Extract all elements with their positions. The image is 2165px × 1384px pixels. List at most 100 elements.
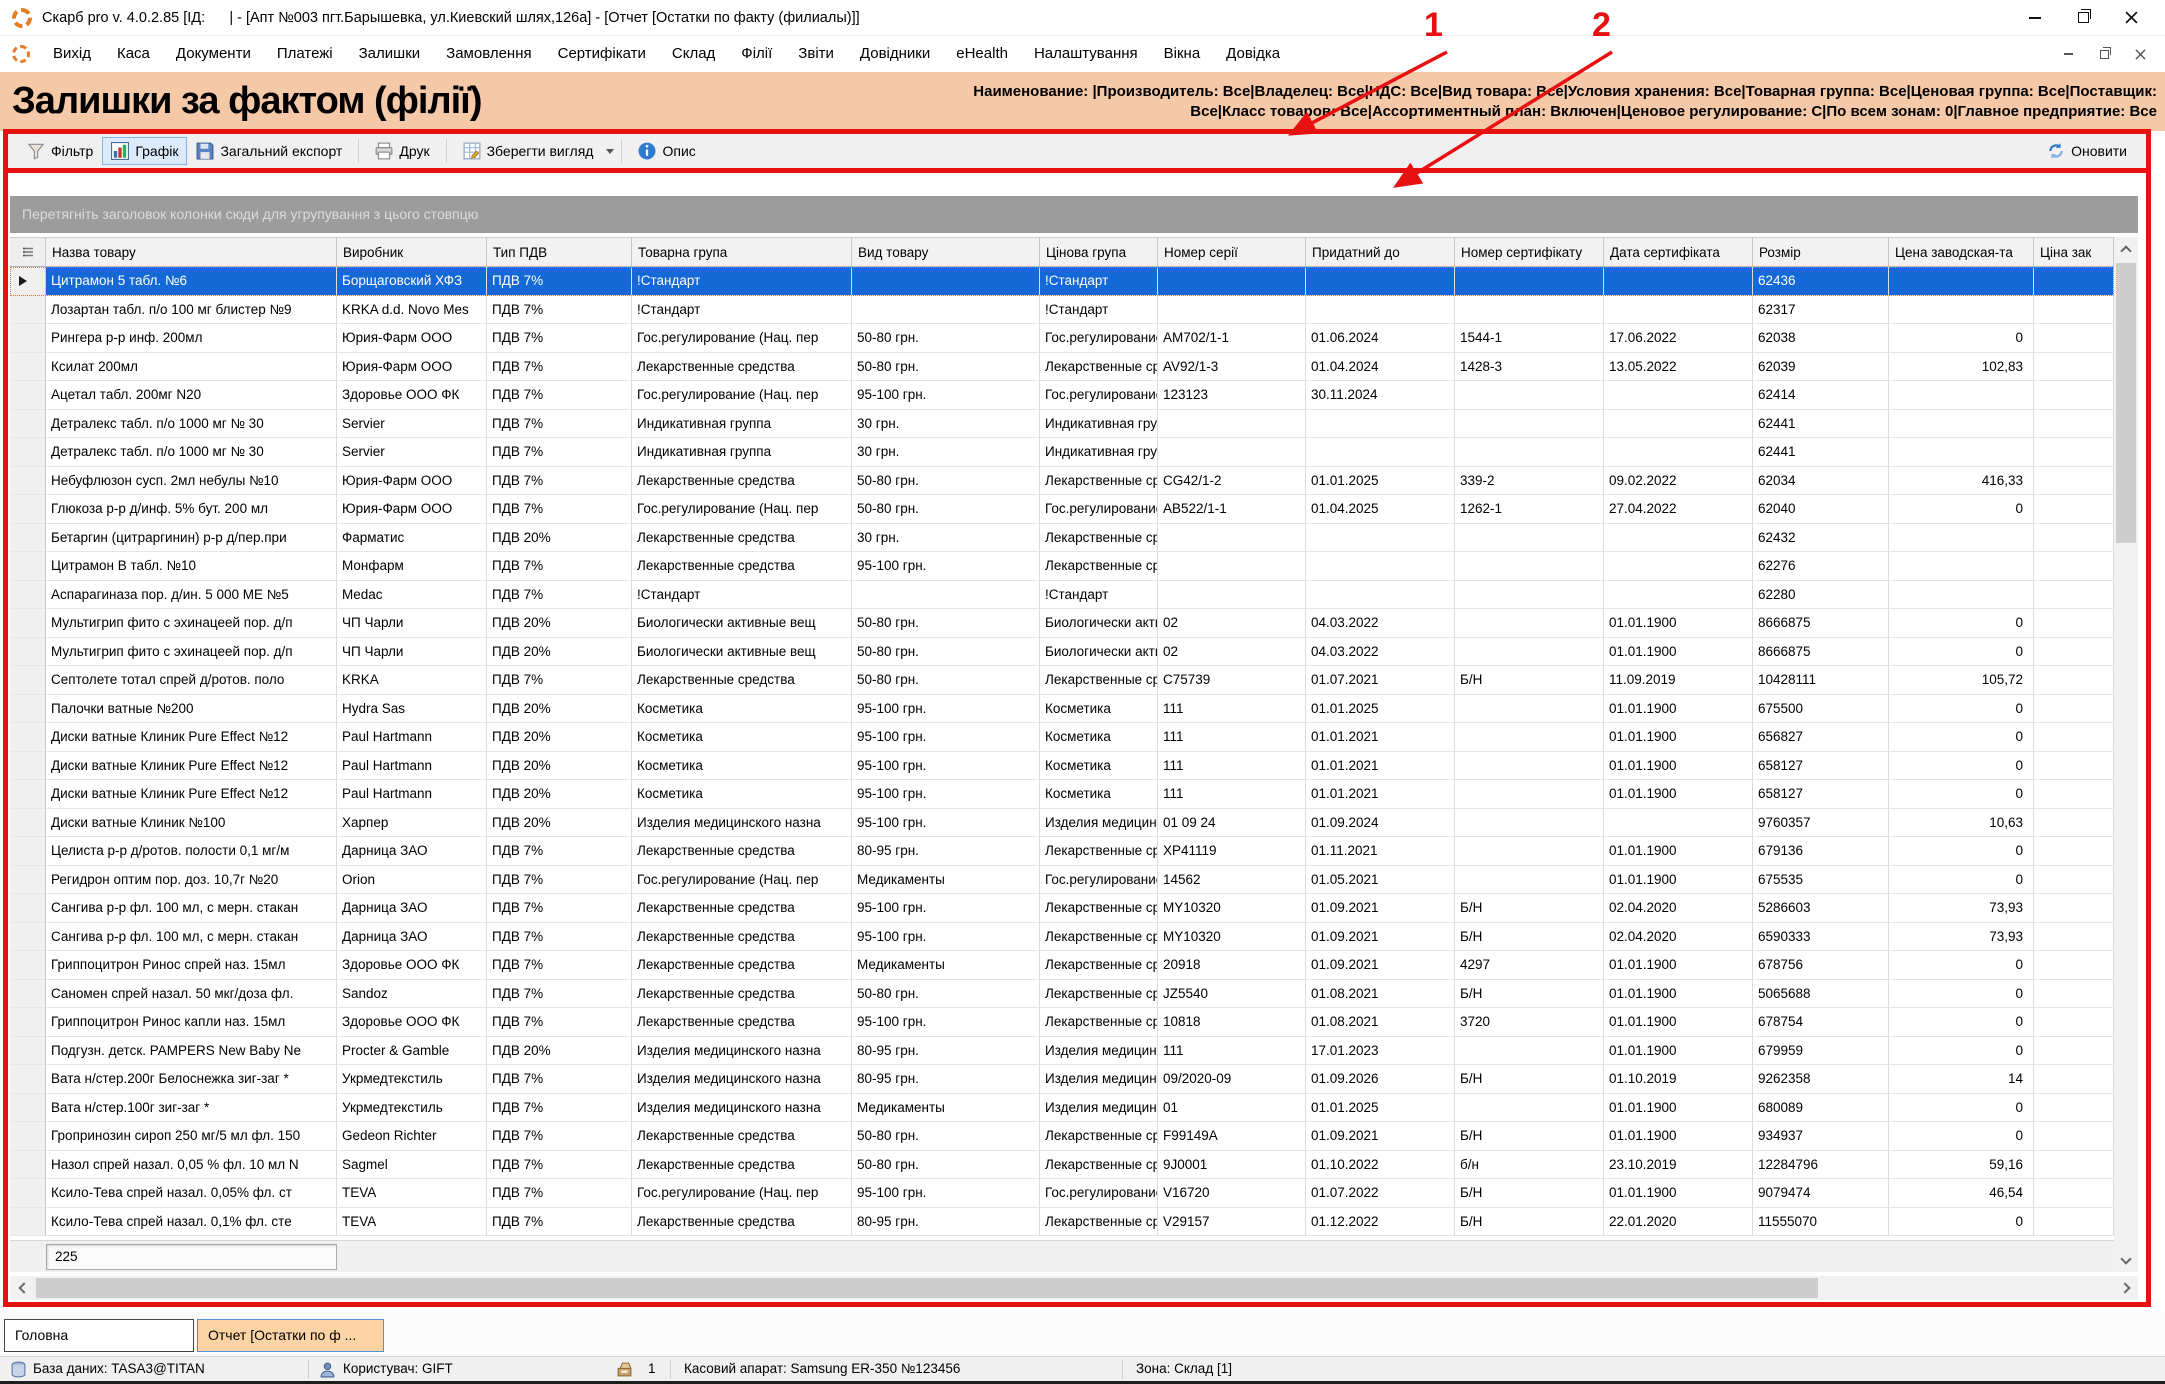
save-view-button[interactable]: Зберегти вигляд — [454, 137, 603, 165]
table-row[interactable]: Глюкоза р-р д/инф. 5% бут. 200 млЮрия-Фа… — [10, 495, 2114, 524]
close-button[interactable] — [2111, 5, 2151, 31]
table-row[interactable]: Диски ватные Клиник Pure Effect №12Paul … — [10, 780, 2114, 809]
scroll-down-arrow[interactable] — [2114, 1248, 2138, 1272]
table-row[interactable]: Ацетал табл. 200мг N20Здоровье ООО ФКПДВ… — [10, 381, 2114, 410]
menu-item-3[interactable]: Платежі — [264, 36, 346, 72]
table-row[interactable]: Назол спрей назал. 0,05 % фл. 10 мл NSag… — [10, 1151, 2114, 1180]
table-row[interactable]: Сангива р-р фл. 100 мл, с мерн. стаканДа… — [10, 894, 2114, 923]
table-row[interactable]: Небуфлюзон сусп. 2мл небулы №10Юрия-Фарм… — [10, 467, 2114, 496]
table-row[interactable]: Гриппоцитрон Ринос спрей наз. 15млЗдоров… — [10, 951, 2114, 980]
table-row[interactable]: Целиста р-р д/ротов. полости 0,1 мг/мДар… — [10, 837, 2114, 866]
chevron-down-icon[interactable] — [606, 149, 614, 154]
group-by-panel[interactable]: Перетягніть заголовок колонки сюди для у… — [10, 196, 2138, 233]
column-header-3[interactable]: Товарна група — [632, 237, 852, 267]
cell: Палочки ватные №200 — [46, 695, 337, 724]
menu-item-14[interactable]: Довідка — [1213, 36, 1293, 72]
table-row[interactable]: Ксило-Тева спрей назал. 0,05% фл. стTEVA… — [10, 1179, 2114, 1208]
table-row[interactable]: Гропринозин сироп 250 мг/5 мл фл. 150Ged… — [10, 1122, 2114, 1151]
scroll-left-arrow[interactable] — [10, 1276, 34, 1300]
column-header-6[interactable]: Номер серії — [1158, 237, 1306, 267]
mdi-minimize-button[interactable] — [2055, 44, 2081, 64]
column-header-11[interactable]: Цена заводская-та — [1889, 237, 2034, 267]
menu-item-12[interactable]: Налаштування — [1021, 36, 1151, 72]
horizontal-scrollbar[interactable] — [10, 1276, 2138, 1300]
menu-item-2[interactable]: Документи — [163, 36, 264, 72]
export-button[interactable]: Загальний експорт — [187, 137, 351, 165]
table-row[interactable]: Детралекс табл. п/о 1000 мг № 30ServierП… — [10, 410, 2114, 439]
table-row[interactable]: Бетаргин (цитраргинин) р-р д/пер.приФарм… — [10, 524, 2114, 553]
restore-button[interactable] — [2063, 5, 2103, 31]
vertical-scrollbar[interactable] — [2114, 237, 2138, 1272]
horizontal-scroll-thumb[interactable] — [36, 1278, 1818, 1298]
menu-item-4[interactable]: Залишки — [346, 36, 434, 72]
menu-item-6[interactable]: Сертифікати — [545, 36, 659, 72]
table-row[interactable]: Мультигрип фито с эхинацеей пор. д/пЧП Ч… — [10, 609, 2114, 638]
table-row[interactable]: Саномен спрей назал. 50 мкг/доза фл.Sand… — [10, 980, 2114, 1009]
column-header-7[interactable]: Придатний до — [1306, 237, 1455, 267]
print-button[interactable]: Друк — [366, 137, 438, 165]
cell: 46,54 — [1889, 1179, 2034, 1208]
column-header-8[interactable]: Номер сертифікату — [1455, 237, 1604, 267]
table-row[interactable]: Лозартан табл. п/о 100 мг блистер №9KRKA… — [10, 296, 2114, 325]
column-header-12[interactable]: Ціна зак — [2034, 237, 2114, 267]
tab-home[interactable]: Головна — [4, 1319, 194, 1352]
column-header-5[interactable]: Цінова група — [1040, 237, 1158, 267]
mdi-restore-button[interactable] — [2091, 44, 2117, 64]
cell: Борщаговский ХФЗ — [337, 267, 487, 296]
column-header-0[interactable]: Назва товару — [46, 237, 337, 267]
row-indicator — [10, 723, 46, 752]
minimize-button[interactable] — [2015, 5, 2055, 31]
menu-item-10[interactable]: Довідники — [847, 36, 943, 72]
table-row[interactable]: Диски ватные Клиник №100ХарперПДВ 20%Изд… — [10, 809, 2114, 838]
menu-item-9[interactable]: Звіти — [785, 36, 847, 72]
cell: 13.05.2022 — [1604, 353, 1753, 382]
scroll-up-arrow[interactable] — [2114, 237, 2138, 261]
menu-item-1[interactable]: Каса — [104, 36, 163, 72]
mdi-close-button[interactable] — [2127, 44, 2153, 64]
table-row[interactable]: Цитрамон В табл. №10МонфармПДВ 7%Лекарст… — [10, 552, 2114, 581]
table-row[interactable]: Септолете тотал спрей д/ротов. полоKRKAП… — [10, 666, 2114, 695]
menu-item-0[interactable]: Вихід — [40, 36, 104, 72]
table-row[interactable]: Диски ватные Клиник Pure Effect №12Paul … — [10, 723, 2114, 752]
table-row[interactable]: Ксилат 200млЮрия-Фарм ОООПДВ 7%Лекарстве… — [10, 353, 2114, 382]
info-button[interactable]: Опис — [629, 137, 704, 165]
table-row[interactable]: Мультигрип фито с эхинацеей пор. д/пЧП Ч… — [10, 638, 2114, 667]
cell: 01.01.2025 — [1306, 1094, 1455, 1123]
vertical-scroll-thumb[interactable] — [2116, 263, 2136, 543]
menu-item-7[interactable]: Склад — [659, 36, 728, 72]
table-row[interactable]: Вата н/стер.100г зиг-заг *Укрмедтекстиль… — [10, 1094, 2114, 1123]
filter-button[interactable]: Фільтр — [18, 137, 102, 165]
table-row[interactable]: Регидрон оптим пор. доз. 10,7г №20OrionП… — [10, 866, 2114, 895]
menu-item-13[interactable]: Вікна — [1151, 36, 1214, 72]
table-row[interactable]: Гриппоцитрон Ринос капли наз. 15млЗдоров… — [10, 1008, 2114, 1037]
cell — [1455, 524, 1604, 553]
table-row[interactable]: Палочки ватные №200Hydra SasПДВ 20%Косме… — [10, 695, 2114, 724]
menu-item-11[interactable]: eHealth — [943, 36, 1021, 72]
menu-item-5[interactable]: Замовлення — [433, 36, 544, 72]
cell: Медикаменты — [852, 866, 1040, 895]
table-row[interactable]: Рингера р-р инф. 200млЮрия-Фарм ОООПДВ 7… — [10, 324, 2114, 353]
column-header-2[interactable]: Тип ПДВ — [487, 237, 632, 267]
cell: 01.01.1900 — [1604, 609, 1753, 638]
scroll-right-arrow[interactable] — [2114, 1276, 2138, 1300]
table-row[interactable]: Диски ватные Клиник Pure Effect №12Paul … — [10, 752, 2114, 781]
table-row[interactable]: Цитрамон 5 табл. №6Борщаговский ХФЗПДВ 7… — [10, 267, 2114, 296]
cell — [1455, 866, 1604, 895]
column-header-10[interactable]: Розмір — [1753, 237, 1889, 267]
grid-corner-cell[interactable] — [10, 237, 46, 267]
tab-report-active[interactable]: Отчет [Остатки по ф ... — [197, 1319, 384, 1352]
table-row[interactable]: Ксило-Тева спрей назал. 0,1% фл. стеTEVA… — [10, 1208, 2114, 1237]
column-header-1[interactable]: Виробник — [337, 237, 487, 267]
cell: 675535 — [1753, 866, 1889, 895]
cell: 01.12.2022 — [1306, 1208, 1455, 1237]
column-header-9[interactable]: Дата сертифіката — [1604, 237, 1753, 267]
table-row[interactable]: Подгузн. детск. PAMPERS New Baby NeProct… — [10, 1037, 2114, 1066]
refresh-button[interactable]: Оновити — [2038, 137, 2136, 165]
chart-button[interactable]: Графік — [102, 137, 187, 165]
table-row[interactable]: Сангива р-р фл. 100 мл, с мерн. стаканДа… — [10, 923, 2114, 952]
table-row[interactable]: Аспарагиназа пор. д/ин. 5 000 МЕ №5Medac… — [10, 581, 2114, 610]
menu-item-8[interactable]: Філії — [728, 36, 785, 72]
table-row[interactable]: Вата н/стер.200г Белоснежка зиг-заг *Укр… — [10, 1065, 2114, 1094]
column-header-4[interactable]: Вид товару — [852, 237, 1040, 267]
table-row[interactable]: Детралекс табл. п/о 1000 мг № 30ServierП… — [10, 438, 2114, 467]
